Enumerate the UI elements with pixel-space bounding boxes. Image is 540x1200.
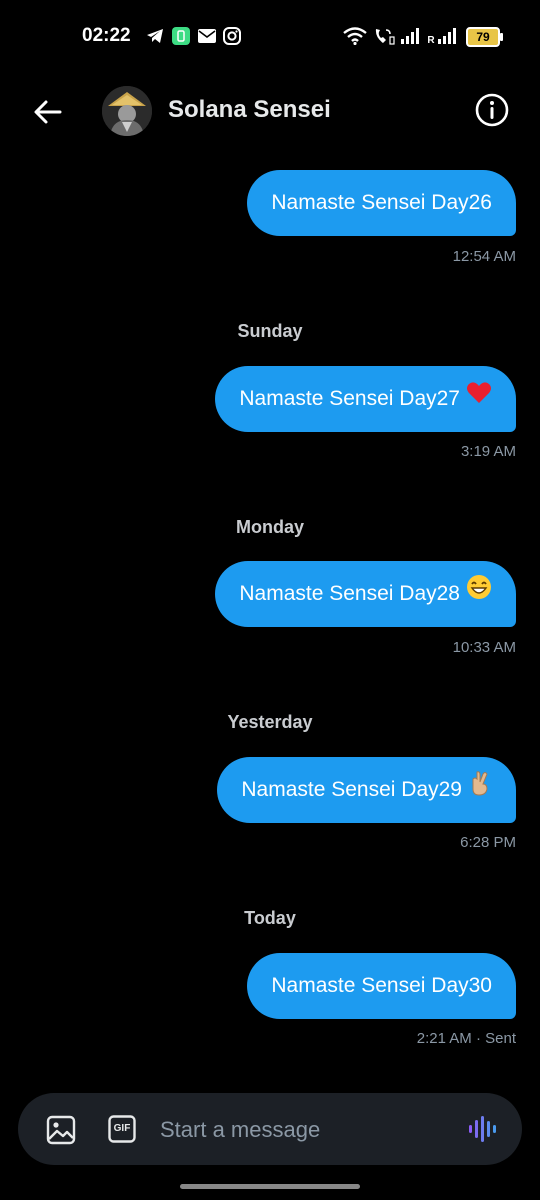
day-separator: Sunday <box>237 321 303 341</box>
app-notification-icon <box>172 26 190 46</box>
wifi-icon <box>342 26 368 46</box>
message-bubble[interactable]: Namaste Sensei Day27 <box>215 366 516 432</box>
message-status: 2:21 AM · Sent <box>416 1030 516 1047</box>
back-button[interactable] <box>30 94 66 130</box>
signal-bars-icon <box>400 26 422 46</box>
home-indicator[interactable] <box>180 1184 360 1189</box>
message-text: Namaste Sensei Day28 <box>239 582 460 605</box>
mail-icon <box>197 26 217 46</box>
grin-emoji-icon <box>466 561 492 627</box>
image-icon <box>46 1115 76 1145</box>
instagram-icon <box>222 26 242 46</box>
gif-button[interactable]: GIF <box>108 1115 136 1143</box>
message-input[interactable] <box>158 1113 452 1147</box>
telegram-icon <box>145 26 165 46</box>
info-button[interactable] <box>474 92 510 128</box>
voice-waveform-icon <box>469 1116 496 1142</box>
message-bubble[interactable]: Namaste Sensei Day30 <box>247 953 516 1019</box>
status-bar: 02:22 R 79 <box>0 0 540 72</box>
avatar[interactable] <box>102 86 152 136</box>
message-timestamp: 12:54 AM <box>452 248 516 265</box>
conversation-header: Solana Sensei <box>0 72 540 152</box>
message-bubble[interactable]: Namaste Sensei Day26 <box>247 170 516 236</box>
message-timestamp: 3:19 AM <box>460 443 516 460</box>
add-image-button[interactable] <box>46 1115 76 1145</box>
message-timestamp: 10:33 AM <box>452 639 516 656</box>
heart-icon <box>466 366 492 432</box>
message-bubble[interactable]: Namaste Sensei Day29 <box>217 757 516 823</box>
gif-label: GIF <box>113 1123 131 1134</box>
message-text: Namaste Sensei Day29 <box>241 778 462 801</box>
message-timestamp: 6:28 PM <box>460 834 516 851</box>
message-bubble[interactable]: Namaste Sensei Day28 <box>215 561 516 627</box>
signal-bars-roaming-icon <box>437 26 459 46</box>
roaming-label: R <box>427 35 435 46</box>
message-text: Namaste Sensei Day26 <box>271 191 492 214</box>
day-separator: Today <box>244 908 296 928</box>
message-text: Namaste Sensei Day27 <box>239 387 460 410</box>
arrow-left-icon <box>34 100 62 124</box>
message-text: Namaste Sensei Day30 <box>271 974 492 997</box>
info-icon <box>475 93 509 127</box>
wifi-calling-icon <box>372 26 396 46</box>
contact-name[interactable]: Solana Sensei <box>168 96 331 124</box>
status-time: 02:22 <box>82 25 131 46</box>
day-separator: Monday <box>235 517 304 537</box>
message-composer: GIF <box>18 1093 522 1165</box>
crossed-fingers-icon <box>468 757 492 823</box>
day-separator: Yesterday <box>227 712 313 732</box>
sensei-avatar-icon <box>102 86 152 136</box>
battery-indicator: 79 <box>466 27 503 47</box>
voice-message-button[interactable] <box>466 1113 498 1145</box>
